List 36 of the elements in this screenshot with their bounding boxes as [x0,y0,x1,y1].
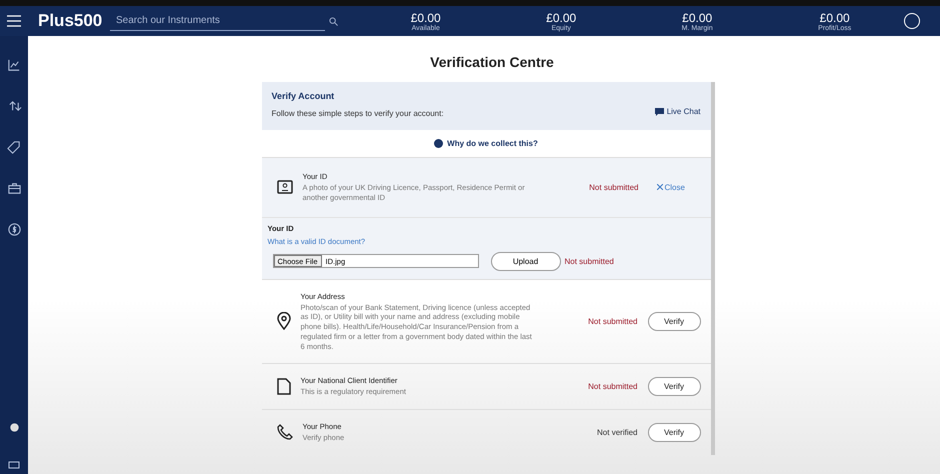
verify-button[interactable]: Verify [648,312,700,331]
tag-icon[interactable] [6,140,22,155]
upload-status: Not submitted [564,256,614,266]
close-icon [656,184,662,190]
status-text: Not submitted [588,382,638,392]
cash-icon[interactable] [8,460,20,470]
verify-button[interactable]: Verify [648,377,700,396]
close-link[interactable]: Close [648,182,698,192]
arrows-icon[interactable] [6,99,22,114]
phone-icon [276,424,292,440]
verify-button[interactable]: Verify [648,422,700,442]
page-title: Verification Centre [430,54,554,70]
chart-icon[interactable] [6,58,22,73]
logo[interactable]: Plus500 [38,11,110,31]
document-icon [276,378,290,396]
location-pin-icon [276,312,290,330]
intro-text: Follow these simple steps to verify your account: [272,109,444,118]
live-chat-link[interactable]: Live Chat [654,107,700,116]
menu-icon[interactable] [7,15,21,27]
intro-title: Verify Account [272,91,336,101]
stat-value: £0.00 [410,10,441,24]
account-button[interactable] [904,13,920,29]
id-card-icon [276,180,292,194]
search-field[interactable]: Search our Instruments [110,11,325,31]
stat-value: £0.00 [682,10,712,24]
stat-value: £0.00 [546,10,576,24]
status-text: Not submitted [589,182,638,192]
search-icon[interactable] [329,16,338,26]
briefcase-icon[interactable] [6,181,22,196]
status-text: Not submitted [588,316,638,326]
dollar-circle-icon[interactable] [6,222,22,237]
why-link[interactable]: Why do we collect this? [434,130,538,157]
status-text: Not verified [597,428,638,437]
chat-bubble-icon [654,108,664,116]
upload-button[interactable]: Upload [490,252,560,270]
stat-value: £0.00 [820,10,850,24]
